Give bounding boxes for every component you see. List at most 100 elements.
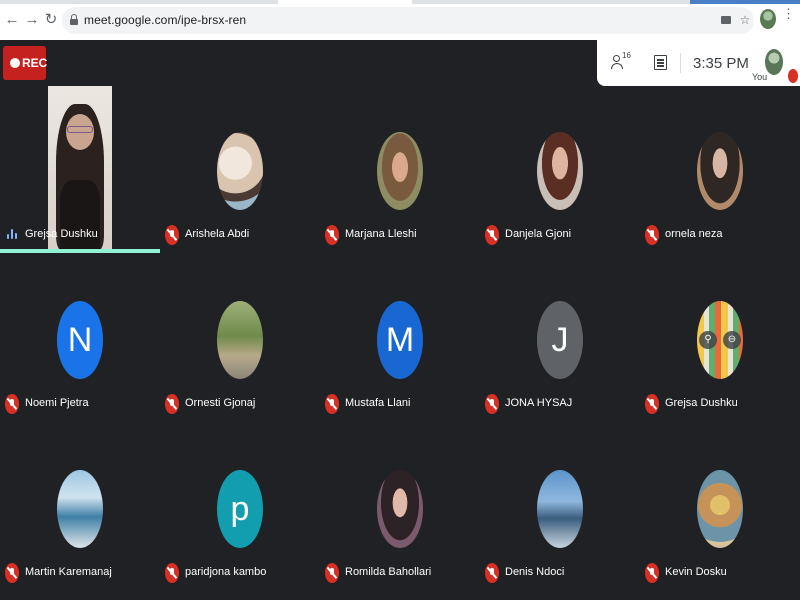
mic-off-icon [645,563,659,583]
recording-button[interactable]: REC [3,46,48,80]
tile-controls: ⚲ ⊖ [699,329,741,351]
active-tab[interactable] [278,0,412,4]
mic-off-icon [788,69,798,83]
participant-tile[interactable]: N Noemi Pjetra [0,255,160,425]
participant-name: Danjela Gjoni [505,228,572,240]
remove-icon[interactable]: ⊖ [723,331,741,349]
mic-off-icon [645,225,659,245]
participant-name: Noemi Pjetra [25,397,89,409]
meeting-info-panel: 16 3:35 PM You [597,40,800,86]
mic-off-icon [5,394,19,414]
participant-avatar [217,132,263,210]
mic-off-icon [325,394,339,414]
forward-arrow-icon[interactable]: → [24,12,40,28]
participant-name: Mustafa Llani [345,397,411,409]
participant-tile[interactable]: Martin Karemanaj [0,424,160,594]
participant-name-row: JONA HYSAJ [480,394,640,414]
participant-name: JONA HYSAJ [505,397,573,409]
participant-tile[interactable]: J JONA HYSAJ [480,255,640,425]
participant-name: Denis Ndoci [505,566,565,578]
address-bar[interactable]: meet.google.com/ipe-brsx-ren ☆ [62,7,754,34]
mic-off-icon [165,563,179,583]
panel-divider [680,53,681,73]
participant-name-row: Arishela Abdi [160,225,320,245]
meeting-clock: 3:35 PM [693,55,749,72]
participant-avatar [537,132,583,210]
pin-icon[interactable]: ⚲ [699,331,717,349]
reload-icon[interactable]: ↻ [43,12,59,28]
mic-off-icon [485,394,499,414]
participant-avatar [377,470,423,548]
speaking-indicator-icon [7,228,19,240]
you-label: You [752,72,768,82]
mic-off-icon [165,225,179,245]
participant-tile[interactable]: Marjana Lleshi [320,86,480,256]
mic-off-icon [485,225,499,245]
participant-name: Grejsa Dushku [665,397,738,409]
participant-name-row: Marjana Lleshi [320,225,480,245]
recording-label: REC [22,56,48,70]
mic-off-icon [325,563,339,583]
participant-avatar [697,470,743,548]
participant-avatar: p [217,470,263,548]
participant-name-row: paridjona kambo [160,563,320,583]
participant-name-row: Grejsa Dushku [640,394,800,414]
url-text[interactable]: meet.google.com/ipe-brsx-ren [84,13,246,27]
participant-name-row: Grejsa Dushku [0,225,160,245]
participant-name: Kevin Dosku [665,566,727,578]
participant-avatar [57,470,103,548]
browser-tab[interactable] [690,0,800,4]
participant-avatar: J [537,301,583,379]
participant-avatar: M [377,301,423,379]
lock-icon[interactable] [70,14,78,25]
participant-name-row: ornela neza [640,225,800,245]
participant-tile[interactable]: ornela neza [640,86,800,256]
participant-name: Ornesti Gjonaj [185,397,256,409]
mic-off-icon [485,563,499,583]
tab-strip [0,0,800,4]
participant-name-row: Noemi Pjetra [0,394,160,414]
participant-name-row: Romilda Bahollari [320,563,480,583]
participant-name-row: Ornesti Gjonaj [160,394,320,414]
back-arrow-icon[interactable]: ← [4,12,20,28]
mic-off-icon [5,563,19,583]
mic-off-icon [645,394,659,414]
camera-blocked-icon[interactable] [721,16,731,24]
you-avatar[interactable] [765,49,783,75]
star-icon[interactable]: ☆ [738,13,752,27]
participant-name: Romilda Bahollari [345,566,432,578]
chat-icon[interactable] [654,55,667,70]
participant-avatar [217,301,263,379]
people-count: 16 [622,51,631,60]
participant-tile[interactable]: Ornesti Gjonaj [160,255,320,425]
participant-name-row: Denis Ndoci [480,563,640,583]
participant-avatar: N [57,301,103,379]
browser-chrome: ← → ↻ meet.google.com/ipe-brsx-ren ☆ ⋮ [0,0,800,40]
participant-name: Arishela Abdi [185,228,250,240]
mic-off-icon [165,394,179,414]
profile-avatar[interactable] [760,9,776,29]
record-dot-icon [10,58,20,68]
participant-name: ornela neza [665,228,723,240]
participant-tile[interactable]: ⚲ ⊖ Grejsa Dushku [640,255,800,425]
participant-tile[interactable]: Danjela Gjoni [480,86,640,256]
participant-tile[interactable]: M Mustafa Llani [320,255,480,425]
participant-tile[interactable]: Romilda Bahollari [320,424,480,594]
participant-name: Grejsa Dushku [25,228,98,240]
active-speaker-bar [0,249,160,253]
participant-avatar [377,132,423,210]
participant-name: Marjana Lleshi [345,228,417,240]
participant-tile[interactable]: Denis Ndoci [480,424,640,594]
participant-tile[interactable]: Kevin Dosku [640,424,800,594]
participant-name-row: Kevin Dosku [640,563,800,583]
participant-name: Martin Karemanaj [25,566,112,578]
participant-avatar [697,132,743,210]
participant-name-row: Danjela Gjoni [480,225,640,245]
participant-name: paridjona kambo [185,566,267,578]
participant-tile[interactable]: Arishela Abdi [160,86,320,256]
participant-name-row: Mustafa Llani [320,394,480,414]
participant-tile[interactable]: Grejsa Dushku [0,86,160,256]
participant-tile[interactable]: p paridjona kambo [160,424,320,594]
more-vert-icon[interactable]: ⋮ [782,7,795,20]
meeting-top-bar: REC 16 3:35 PM You [0,40,800,86]
